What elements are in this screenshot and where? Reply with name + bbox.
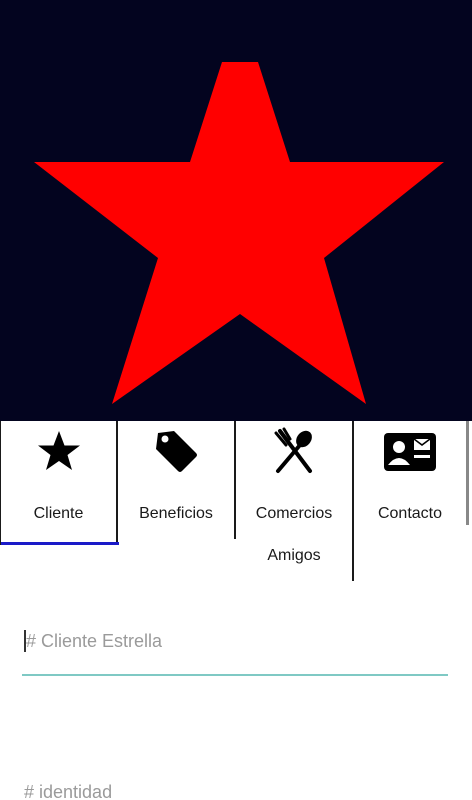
fork-spoon-icon — [274, 427, 312, 473]
tab-cliente[interactable]: Cliente — [0, 421, 119, 545]
tab-beneficios[interactable]: Beneficios — [118, 421, 236, 539]
tab-contacto-label: Contacto — [377, 505, 443, 522]
tab-beneficios-label: Beneficios — [139, 505, 213, 522]
status-bar — [0, 0, 472, 62]
hero-banner — [0, 62, 472, 421]
tag-icon — [156, 431, 197, 472]
identidad-input[interactable] — [22, 778, 448, 800]
tab-comercios-amigos[interactable]: Comercios Amigos — [236, 421, 354, 581]
red-star-logo-icon — [34, 62, 444, 404]
tab-comercios-amigos-label: Comercios Amigos — [255, 505, 333, 564]
star-icon — [37, 431, 80, 470]
tab-contacto[interactable]: Contacto — [354, 421, 469, 525]
cliente-estrella-field — [22, 612, 448, 676]
cliente-estrella-input[interactable] — [22, 626, 448, 656]
tab-selected-indicator — [1, 542, 119, 545]
identidad-field — [22, 772, 448, 800]
contact-card-icon — [384, 433, 436, 471]
tab-cliente-label: Cliente — [33, 505, 84, 522]
tab-bar: Cliente Beneficios Comercios Amigos Cont… — [0, 421, 472, 586]
